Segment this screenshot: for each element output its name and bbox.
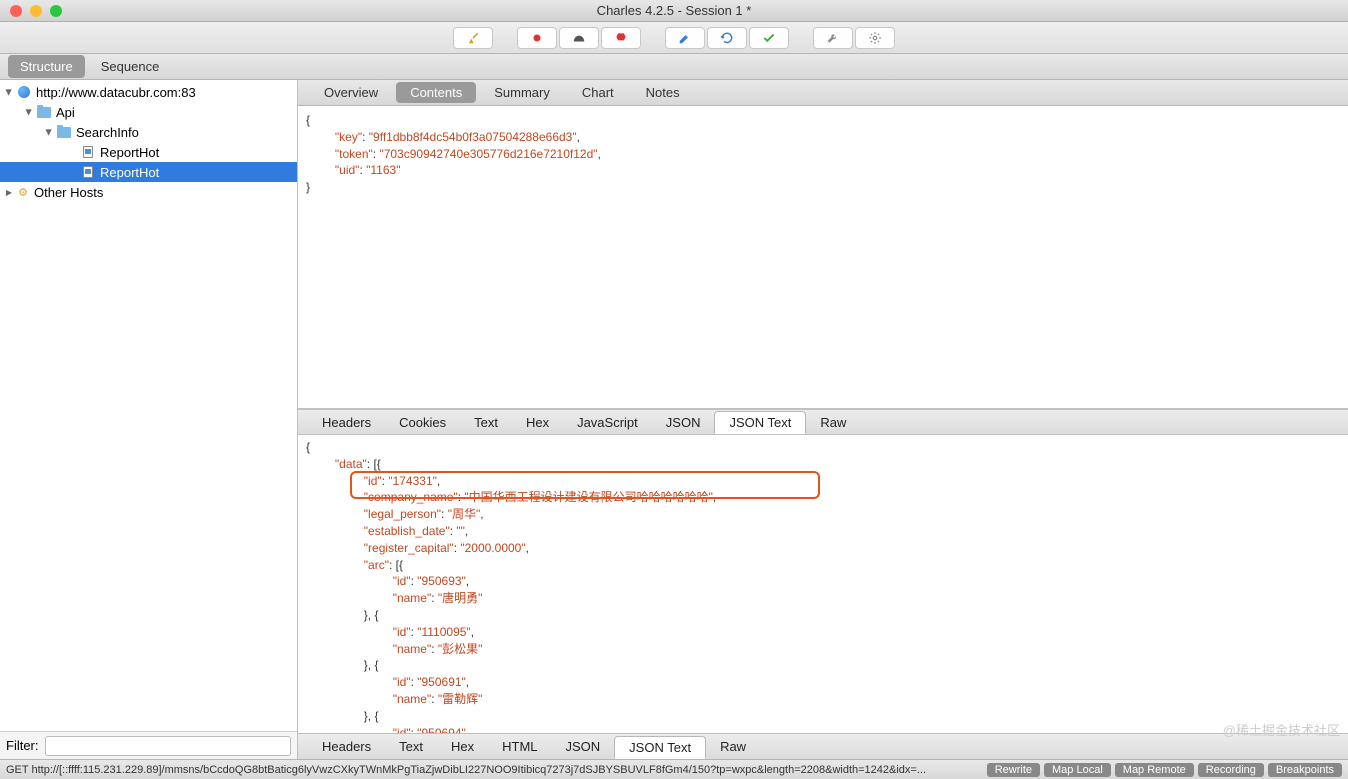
subtab2-json[interactable]: JSON	[552, 736, 615, 757]
stop-button[interactable]	[601, 27, 641, 49]
main-area: http://www.datacubr.com:83 Api SearchInf…	[0, 80, 1348, 759]
filter-bar: Filter:	[0, 731, 297, 759]
tree-item-reporthot-2[interactable]: ReportHot	[0, 162, 297, 182]
folder-icon	[56, 125, 72, 139]
subtab-cookies[interactable]: Cookies	[385, 412, 460, 433]
subtab-headers[interactable]: Headers	[308, 412, 385, 433]
tree-other-label: Other Hosts	[34, 185, 103, 200]
tab-notes[interactable]: Notes	[632, 82, 694, 103]
request-json-pane[interactable]: { "key": "9ff1dbb8f4dc54b0f3a07504288e66…	[298, 106, 1348, 409]
subtab2-jsontext[interactable]: JSON Text	[614, 736, 706, 759]
subtab-javascript[interactable]: JavaScript	[563, 412, 652, 433]
statusbar: GET http://[::ffff:115.231.229.89]/mmsns…	[0, 759, 1348, 779]
tree-host-label: http://www.datacubr.com:83	[36, 85, 196, 100]
traffic-lights	[10, 5, 62, 17]
subtab-json[interactable]: JSON	[652, 412, 715, 433]
pill-breakpoints[interactable]: Breakpoints	[1268, 763, 1342, 777]
status-pills: Rewrite Map Local Map Remote Recording B…	[987, 763, 1342, 777]
tab-chart[interactable]: Chart	[568, 82, 628, 103]
tab-sequence[interactable]: Sequence	[89, 55, 172, 78]
status-url: GET http://[::ffff:115.231.229.89]/mmsns…	[6, 764, 981, 776]
tab-structure[interactable]: Structure	[8, 55, 85, 78]
response-subtabs: Headers Text Hex HTML JSON JSON Text Raw	[298, 733, 1348, 759]
file-icon	[80, 145, 96, 159]
content-panel: Overview Contents Summary Chart Notes { …	[298, 80, 1348, 759]
file-icon	[80, 165, 96, 179]
toolbar	[0, 22, 1348, 54]
tree-folder-label: Api	[56, 105, 75, 120]
validate-button[interactable]	[749, 27, 789, 49]
close-button[interactable]	[10, 5, 22, 17]
pill-mapremote[interactable]: Map Remote	[1115, 763, 1194, 777]
tools-button[interactable]	[813, 27, 853, 49]
tab-contents[interactable]: Contents	[396, 82, 476, 103]
response-json-pane[interactable]: { "data": [{ "id": "174331", "company_na…	[298, 435, 1348, 733]
disclosure-icon[interactable]	[4, 187, 14, 197]
titlebar: Charles 4.2.5 - Session 1 *	[0, 0, 1348, 22]
subtab-raw[interactable]: Raw	[806, 412, 860, 433]
folder-icon	[36, 105, 52, 119]
pill-maplocal[interactable]: Map Local	[1044, 763, 1111, 777]
tab-summary[interactable]: Summary	[480, 82, 564, 103]
subtab2-html[interactable]: HTML	[488, 736, 551, 757]
subtab2-raw[interactable]: Raw	[706, 736, 760, 757]
minimize-button[interactable]	[30, 5, 42, 17]
tree-item-label: ReportHot	[100, 145, 159, 160]
tree-folder-api[interactable]: Api	[0, 102, 297, 122]
subtab2-hex[interactable]: Hex	[437, 736, 488, 757]
tree-folder-searchinfo[interactable]: SearchInfo	[0, 122, 297, 142]
tree-other-hosts[interactable]: ⚙ Other Hosts	[0, 182, 297, 202]
edit-button[interactable]	[665, 27, 705, 49]
disclosure-icon[interactable]	[44, 127, 54, 137]
sidebar: http://www.datacubr.com:83 Api SearchInf…	[0, 80, 298, 759]
pill-rewrite[interactable]: Rewrite	[987, 763, 1040, 777]
filter-input[interactable]	[45, 736, 292, 756]
tree-item-reporthot-1[interactable]: ReportHot	[0, 142, 297, 162]
subtab-text[interactable]: Text	[460, 412, 512, 433]
subtab2-text[interactable]: Text	[385, 736, 437, 757]
disclosure-icon[interactable]	[4, 87, 14, 97]
tree-host[interactable]: http://www.datacubr.com:83	[0, 82, 297, 102]
settings-button[interactable]	[855, 27, 895, 49]
maximize-button[interactable]	[50, 5, 62, 17]
subtab-jsontext[interactable]: JSON Text	[714, 411, 806, 434]
request-subtabs: Headers Cookies Text Hex JavaScript JSON…	[298, 409, 1348, 435]
tree-item-label: ReportHot	[100, 165, 159, 180]
window-title: Charles 4.2.5 - Session 1 *	[597, 3, 752, 18]
tree: http://www.datacubr.com:83 Api SearchInf…	[0, 80, 297, 731]
record-button[interactable]	[517, 27, 557, 49]
subtab-hex[interactable]: Hex	[512, 412, 563, 433]
repeat-button[interactable]	[707, 27, 747, 49]
disclosure-icon[interactable]	[24, 107, 34, 117]
throttle-button[interactable]	[559, 27, 599, 49]
tab-overview[interactable]: Overview	[310, 82, 392, 103]
broom-button[interactable]	[453, 27, 493, 49]
subtab2-headers[interactable]: Headers	[308, 736, 385, 757]
main-tabbar: Structure Sequence	[0, 54, 1348, 80]
section-tabs: Overview Contents Summary Chart Notes	[298, 80, 1348, 106]
globe-icon	[16, 85, 32, 99]
filter-label: Filter:	[6, 738, 39, 753]
gears-icon: ⚙	[16, 185, 30, 199]
tree-folder-label: SearchInfo	[76, 125, 139, 140]
pill-recording[interactable]: Recording	[1198, 763, 1264, 777]
